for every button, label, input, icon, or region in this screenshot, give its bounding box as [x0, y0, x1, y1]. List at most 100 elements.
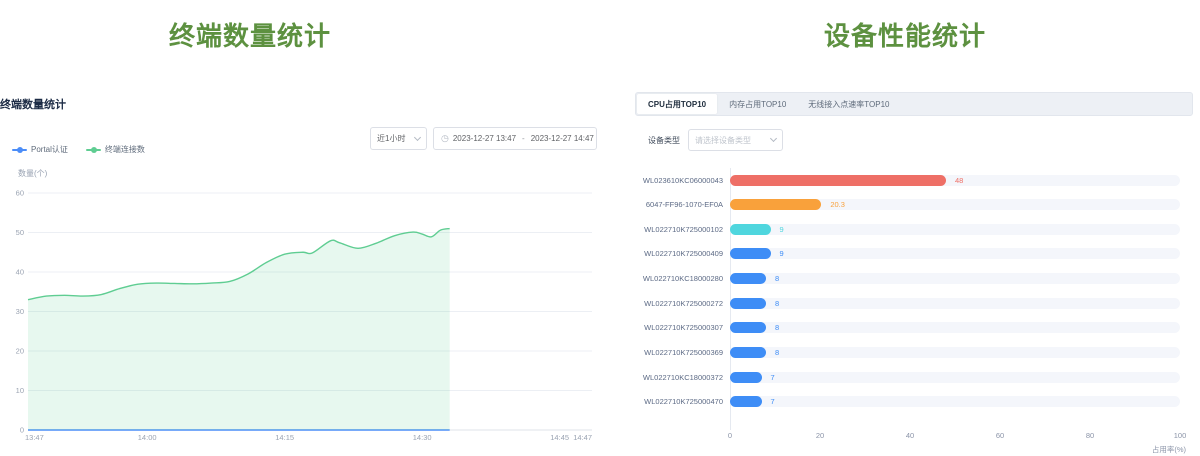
bar-row: 6047-FF96-1070-EF0A 20.3: [635, 198, 1200, 210]
bar-category-label: WL022710KC18000280: [635, 274, 723, 283]
bar-row: WL023610KC06000043 48: [635, 174, 1200, 186]
series-area: [28, 229, 450, 430]
date-range-picker[interactable]: ◷ 2023-12-27 13:47 - 2023-12-27 14:47: [433, 127, 597, 150]
dashboard: 终端数量统计 设备性能统计 终端数量统计 近1小时 ◷ 2023-12-27 1…: [0, 0, 1200, 456]
legend-marker-icon: [86, 149, 101, 151]
bar-x-axis-title: 占用率(%): [1152, 444, 1186, 455]
tab-inactive[interactable]: 无线接入点速率TOP10: [797, 93, 900, 115]
bar-category-label: WL022710K725000102: [635, 225, 723, 234]
y-tick-label: 50: [16, 228, 24, 237]
date-separator: -: [520, 134, 527, 143]
bar: [730, 347, 766, 358]
left-panel-title: 终端数量统计: [0, 96, 66, 112]
bar-row: WL022710K725000102 9: [635, 223, 1200, 235]
performance-tabs: CPU占用TOP10内存占用TOP10无线接入点速率TOP10: [635, 92, 1193, 116]
y-tick-label: 0: [20, 426, 24, 435]
bar-row: WL022710KC18000372 7: [635, 371, 1200, 383]
bar-value-label: 8: [775, 299, 779, 308]
x-tick-label: 14:47: [573, 433, 592, 442]
x-tick-label: 14:45: [550, 433, 569, 442]
y-tick-label: 60: [16, 189, 24, 198]
bar: [730, 396, 762, 407]
legend-marker-icon: [12, 149, 27, 151]
bar-value-label: 8: [775, 274, 779, 283]
bar-value-label: 9: [780, 249, 784, 258]
bar-x-tick-label: 0: [715, 431, 745, 440]
legend-label: Portal认证: [31, 144, 68, 155]
chart-legend: Portal认证 终端连接数: [12, 144, 145, 155]
bar: [730, 273, 766, 284]
bar-value-label: 7: [771, 397, 775, 406]
bar: [730, 175, 946, 186]
bar-value-label: 48: [955, 176, 963, 185]
x-tick-label: 14:30: [413, 433, 432, 442]
time-range-select[interactable]: 近1小时: [370, 127, 427, 150]
bar-value-label: 8: [775, 323, 779, 332]
x-tick-label: 13:47: [25, 433, 44, 442]
bar: [730, 248, 771, 259]
bar-x-tick-label: 20: [805, 431, 835, 440]
date-start: 2023-12-27 13:47: [453, 134, 516, 143]
bar-track: [730, 322, 1180, 333]
bar-x-tick-label: 100: [1165, 431, 1195, 440]
left-chart-controls: 近1小时 ◷ 2023-12-27 13:47 - 2023-12-27 14:…: [370, 127, 597, 150]
device-type-select[interactable]: 请选择设备类型: [688, 129, 783, 151]
bar-x-tick-label: 60: [985, 431, 1015, 440]
x-tick-label: 14:00: [138, 433, 157, 442]
bar-track: [730, 273, 1180, 284]
bar-value-label: 8: [775, 348, 779, 357]
bar-category-label: WL022710K725000272: [635, 299, 723, 308]
bar-track: [730, 199, 1180, 210]
bar-row: WL022710K725000307 8: [635, 321, 1200, 333]
time-range-value: 近1小时: [377, 133, 405, 144]
bar-category-label: WL022710K725000470: [635, 397, 723, 406]
page-title-device-performance: 设备性能统计: [610, 16, 1200, 53]
bar-row: WL022710K725000272 8: [635, 297, 1200, 309]
clock-icon: ◷: [441, 134, 449, 143]
chevron-down-icon: [770, 135, 777, 142]
bar-row: WL022710K725000409 9: [635, 247, 1200, 259]
device-type-label: 设备类型: [648, 135, 680, 146]
cpu-top10-bar-chart: WL023610KC06000043 48 6047-FF96-1070-EF0A 2…: [635, 160, 1200, 456]
legend-label: 终端连接数: [105, 144, 145, 155]
tab-inactive[interactable]: 内存占用TOP10: [718, 93, 797, 115]
y-tick-label: 30: [16, 307, 24, 316]
chevron-down-icon: [414, 133, 421, 140]
device-type-filter: 设备类型 请选择设备类型: [648, 129, 783, 151]
bar-category-label: WL022710K725000307: [635, 323, 723, 332]
page-title-terminal-stats: 终端数量统计: [0, 16, 500, 53]
bar-track: [730, 298, 1180, 309]
bar-row: WL022710K725000369 8: [635, 346, 1200, 358]
legend-item[interactable]: 终端连接数: [86, 144, 145, 155]
bar-row: WL022710KC18000280 8: [635, 272, 1200, 284]
bar-track: [730, 396, 1180, 407]
bar-value-label: 20.3: [830, 200, 845, 209]
bar: [730, 372, 762, 383]
y-tick-label: 20: [16, 347, 24, 356]
bar-category-label: WL022710KC18000372: [635, 373, 723, 382]
bar: [730, 199, 821, 210]
date-end: 2023-12-27 14:47: [531, 134, 594, 143]
terminal-count-line-chart: 0 10 20 30 40 50 60 13:47 14:00 14:15 14:30 14:45 14…: [0, 160, 600, 456]
bar: [730, 322, 766, 333]
legend-item[interactable]: Portal认证: [12, 144, 68, 155]
bar: [730, 224, 771, 235]
bar-value-label: 7: [771, 373, 775, 382]
bar-value-label: 9: [780, 225, 784, 234]
bar-track: [730, 224, 1180, 235]
x-tick-label: 14:15: [275, 433, 294, 442]
y-tick-label: 10: [16, 386, 24, 395]
tab-active[interactable]: CPU占用TOP10: [637, 94, 717, 114]
bar-track: [730, 347, 1180, 358]
bar-category-label: 6047-FF96-1070-EF0A: [635, 200, 723, 209]
y-tick-label: 40: [16, 268, 24, 277]
bar-track: [730, 372, 1180, 383]
device-type-placeholder: 请选择设备类型: [695, 135, 751, 146]
bar: [730, 298, 766, 309]
bar-category-label: WL023610KC06000043: [635, 176, 723, 185]
bar-category-label: WL022710K725000369: [635, 348, 723, 357]
bar-row: WL022710K725000470 7: [635, 395, 1200, 407]
bar-category-label: WL022710K725000409: [635, 249, 723, 258]
bar-track: [730, 248, 1180, 259]
bar-x-tick-label: 40: [895, 431, 925, 440]
